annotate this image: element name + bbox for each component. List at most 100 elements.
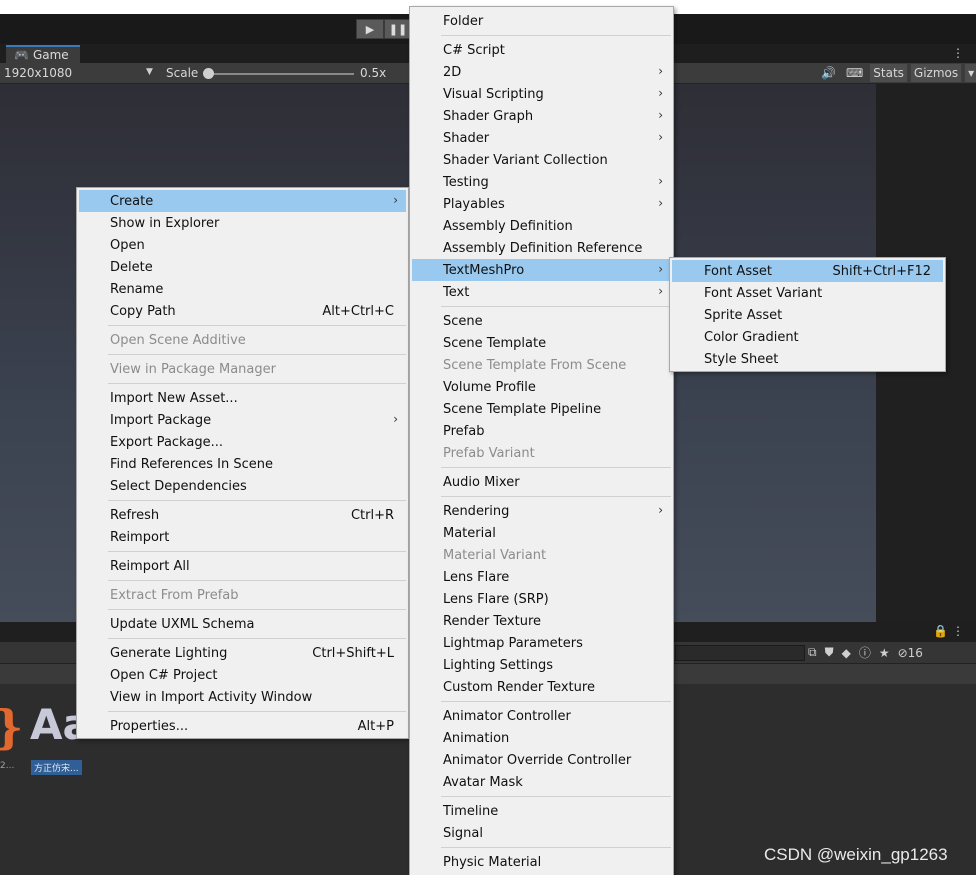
- menu-item-reimport[interactable]: Reimport: [79, 526, 406, 548]
- menu-item-label: Lighting Settings: [443, 657, 553, 673]
- hidden-packages-icon[interactable]: ⊘16: [898, 646, 923, 660]
- menu-item-assembly-definition-reference[interactable]: Assembly Definition Reference: [412, 237, 671, 259]
- script-asset-icon[interactable]: }: [0, 700, 24, 754]
- menu-item-assembly-definition[interactable]: Assembly Definition: [412, 215, 671, 237]
- menu-item-label: Testing: [443, 174, 489, 190]
- menu-item-label: Refresh: [110, 507, 160, 523]
- audio-icon[interactable]: 🔊: [818, 64, 839, 82]
- star-icon[interactable]: ★: [879, 646, 890, 660]
- menu-item-text[interactable]: Text ›: [412, 281, 671, 303]
- menu-item-style-sheet[interactable]: Style Sheet: [672, 348, 943, 370]
- menu-item-render-texture[interactable]: Render Texture: [412, 610, 671, 632]
- menu-item-textmeshpro[interactable]: TextMeshPro ›: [412, 259, 671, 281]
- menu-item-animation[interactable]: Animation: [412, 727, 671, 749]
- menu-item-lightmap-parameters[interactable]: Lightmap Parameters: [412, 632, 671, 654]
- menu-item-scene-template[interactable]: Scene Template: [412, 332, 671, 354]
- project-filter-icons: ⧉ ⛊ ◆ ⓘ ★ ⊘16: [808, 644, 923, 661]
- more-options-icon[interactable]: ⋮: [952, 46, 964, 60]
- play-icon[interactable]: ▶: [356, 19, 384, 39]
- menu-separator: [441, 701, 671, 702]
- resolution-dropdown[interactable]: 1920x1080: [4, 66, 72, 80]
- menu-item-select-dependencies[interactable]: Select Dependencies: [79, 475, 406, 497]
- menu-item-color-gradient[interactable]: Color Gradient: [672, 326, 943, 348]
- menu-item-playables[interactable]: Playables ›: [412, 193, 671, 215]
- chevron-down-icon[interactable]: ▼: [146, 67, 153, 77]
- menu-item-rename[interactable]: Rename: [79, 278, 406, 300]
- label-icon[interactable]: ◆: [842, 646, 851, 660]
- menu-separator: [108, 609, 406, 610]
- menu-item-volume-profile[interactable]: Volume Profile: [412, 376, 671, 398]
- menu-item-shader[interactable]: Shader ›: [412, 127, 671, 149]
- menu-item-font-asset[interactable]: Font Asset Shift+Ctrl+F12: [672, 260, 943, 282]
- menu-item-create[interactable]: Create ›: [79, 190, 406, 212]
- tab-game[interactable]: 🎮 Game: [6, 45, 80, 63]
- menu-item-open[interactable]: Open: [79, 234, 406, 256]
- scale-slider-handle[interactable]: [203, 68, 214, 79]
- menu-item-audio-mixer[interactable]: Audio Mixer: [412, 471, 671, 493]
- playmode-controls: ▶ ❚❚: [356, 19, 412, 39]
- menu-item-copy-path[interactable]: Copy Path Alt+Ctrl+C: [79, 300, 406, 322]
- menu-item-show-in-explorer[interactable]: Show in Explorer: [79, 212, 406, 234]
- menu-item-testing[interactable]: Testing ›: [412, 171, 671, 193]
- menu-item-label: Copy Path: [110, 303, 176, 319]
- menu-item-label: Assembly Definition: [443, 218, 573, 234]
- menu-item-prefab[interactable]: Prefab: [412, 420, 671, 442]
- gizmos-button[interactable]: Gizmos: [910, 64, 962, 82]
- filter-icon[interactable]: ⛊: [825, 645, 834, 660]
- menu-item-open-c-project[interactable]: Open C# Project: [79, 664, 406, 686]
- menu-item-2d[interactable]: 2D ›: [412, 61, 671, 83]
- menu-item-update-uxml-schema[interactable]: Update UXML Schema: [79, 613, 406, 635]
- menu-separator: [108, 638, 406, 639]
- menu-item-generate-lighting[interactable]: Generate Lighting Ctrl+Shift+L: [79, 642, 406, 664]
- menu-item-delete[interactable]: Delete: [79, 256, 406, 278]
- menu-item-animator-override-controller[interactable]: Animator Override Controller: [412, 749, 671, 771]
- scale-value: 0.5x: [360, 66, 387, 80]
- search-input[interactable]: [675, 645, 805, 661]
- menu-item-view-in-import-activity-window[interactable]: View in Import Activity Window: [79, 686, 406, 708]
- menu-item-shortcut: Ctrl+R: [350, 508, 394, 523]
- menu-item-find-references-in-scene[interactable]: Find References In Scene: [79, 453, 406, 475]
- menu-item-import-package[interactable]: Import Package ›: [79, 409, 406, 431]
- menu-item-label: Custom Render Texture: [443, 679, 595, 695]
- menu-item-scene[interactable]: Scene: [412, 310, 671, 332]
- menu-item-lens-flare-srp[interactable]: Lens Flare (SRP): [412, 588, 671, 610]
- menu-item-shader-graph[interactable]: Shader Graph ›: [412, 105, 671, 127]
- keyboard-icon[interactable]: ⌨: [843, 64, 866, 82]
- scale-slider-track[interactable]: [208, 73, 354, 75]
- menu-item-physic-material[interactable]: Physic Material: [412, 851, 671, 873]
- menu-item-folder[interactable]: Folder: [412, 10, 671, 32]
- menu-item-rendering[interactable]: Rendering ›: [412, 500, 671, 522]
- menu-item-reimport-all[interactable]: Reimport All: [79, 555, 406, 577]
- menu-item-custom-render-texture[interactable]: Custom Render Texture: [412, 676, 671, 698]
- menu-item-visual-scripting[interactable]: Visual Scripting ›: [412, 83, 671, 105]
- menu-item-label: Style Sheet: [704, 351, 779, 367]
- search-by-type-icon[interactable]: ⧉: [808, 645, 817, 660]
- menu-item-label: Folder: [443, 13, 484, 29]
- menu-item-lighting-settings[interactable]: Lighting Settings: [412, 654, 671, 676]
- menu-item-export-package[interactable]: Export Package...: [79, 431, 406, 453]
- menu-item-sprite-asset[interactable]: Sprite Asset: [672, 304, 943, 326]
- menu-separator: [108, 383, 406, 384]
- menu-item-properties[interactable]: Properties... Alt+P: [79, 715, 406, 737]
- info-icon[interactable]: ⓘ: [859, 644, 871, 661]
- menu-item-shortcut: Alt+P: [357, 719, 394, 734]
- menu-item-label: C# Script: [443, 42, 505, 58]
- menu-item-import-new-asset[interactable]: Import New Asset...: [79, 387, 406, 409]
- menu-item-shader-variant-collection[interactable]: Shader Variant Collection: [412, 149, 671, 171]
- menu-item-label: Delete: [110, 259, 153, 275]
- menu-item-refresh[interactable]: Refresh Ctrl+R: [79, 504, 406, 526]
- menu-item-font-asset-variant[interactable]: Font Asset Variant: [672, 282, 943, 304]
- stats-button[interactable]: Stats: [870, 64, 907, 82]
- menu-item-material[interactable]: Material: [412, 522, 671, 544]
- pause-icon[interactable]: ❚❚: [384, 19, 412, 39]
- menu-item-lens-flare[interactable]: Lens Flare: [412, 566, 671, 588]
- menu-item-animator-controller[interactable]: Animator Controller: [412, 705, 671, 727]
- menu-item-scene-template-pipeline[interactable]: Scene Template Pipeline: [412, 398, 671, 420]
- menu-item-timeline[interactable]: Timeline: [412, 800, 671, 822]
- menu-item-avatar-mask[interactable]: Avatar Mask: [412, 771, 671, 793]
- menu-item-label: Lens Flare: [443, 569, 510, 585]
- menu-item-signal[interactable]: Signal: [412, 822, 671, 844]
- lock-icon[interactable]: 🔒 ⋮: [933, 624, 964, 638]
- gizmos-dropdown-icon[interactable]: ▾: [965, 64, 976, 82]
- menu-item-c-script[interactable]: C# Script: [412, 39, 671, 61]
